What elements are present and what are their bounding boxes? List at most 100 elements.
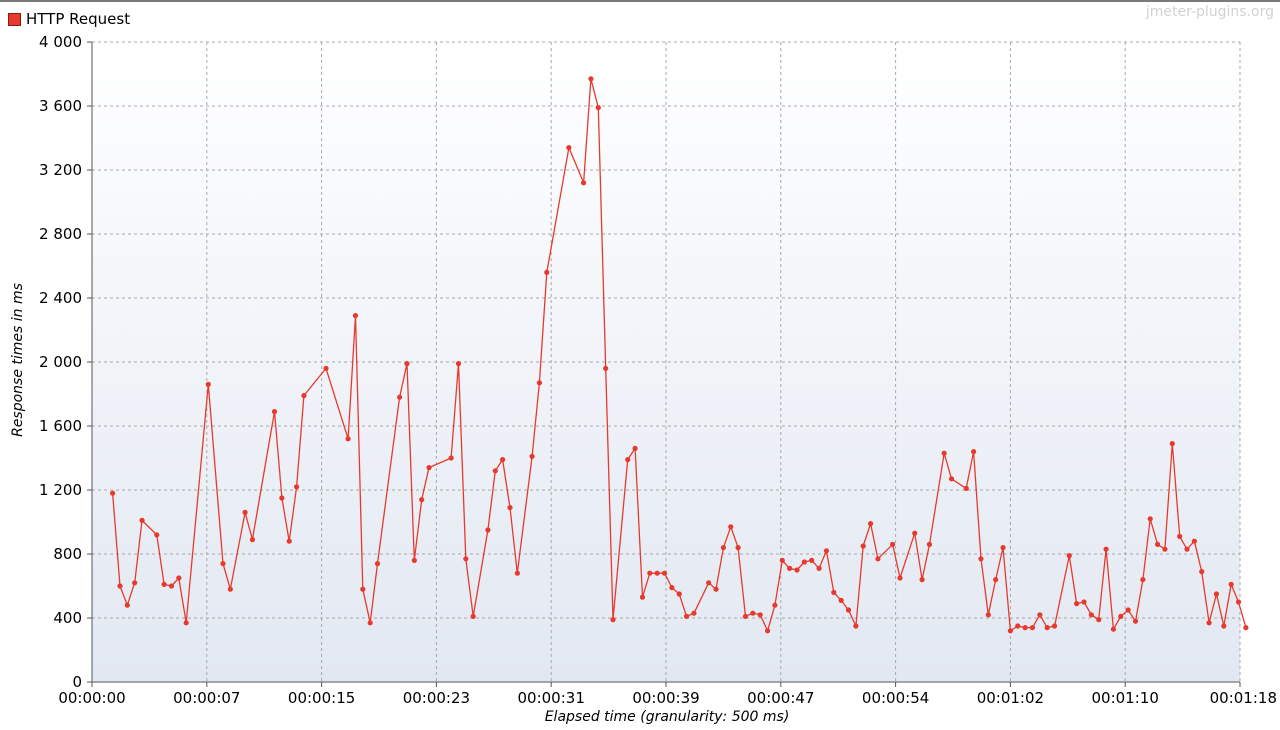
- data-point: [1184, 546, 1190, 552]
- data-point: [860, 543, 866, 549]
- data-point: [154, 532, 160, 538]
- data-point: [1096, 617, 1102, 623]
- y-axis-title: Response times in ms: [10, 283, 26, 437]
- data-point: [654, 570, 660, 576]
- data-point: [890, 541, 896, 548]
- x-tick-label: 00:01:02: [977, 689, 1044, 707]
- data-point: [595, 105, 601, 111]
- data-point: [220, 561, 226, 567]
- data-point: [580, 180, 587, 186]
- data-point: [1162, 546, 1168, 552]
- data-point: [625, 457, 631, 463]
- data-point: [124, 602, 130, 608]
- x-tick-label: 00:00:15: [288, 689, 355, 707]
- data-point: [286, 538, 292, 544]
- x-axis-title: Elapsed time (granularity: 500 ms): [544, 709, 790, 725]
- data-point: [242, 509, 248, 515]
- data-point: [536, 380, 543, 386]
- y-tick-label: 400: [53, 609, 82, 627]
- data-point: [514, 570, 520, 576]
- y-tick-label: 2 800: [39, 225, 82, 243]
- data-point: [1177, 533, 1183, 540]
- data-point: [1037, 612, 1043, 618]
- data-point: [728, 524, 734, 530]
- chart-plot: 04008001 2001 6002 0002 4002 8003 2003 6…: [39, 33, 1277, 707]
- data-point: [772, 602, 778, 608]
- data-point: [1140, 577, 1146, 583]
- data-point: [926, 541, 933, 548]
- data-point: [845, 607, 852, 613]
- data-point: [1007, 628, 1014, 634]
- data-point: [971, 449, 977, 455]
- data-point: [1132, 618, 1139, 624]
- data-point: [831, 589, 837, 596]
- data-point: [279, 495, 285, 501]
- data-point: [963, 485, 969, 491]
- y-tick-label: 4 000: [39, 33, 82, 51]
- data-point: [669, 585, 675, 591]
- data-point: [647, 570, 653, 576]
- data-point: [875, 556, 881, 562]
- data-point: [455, 361, 462, 367]
- data-point: [249, 537, 256, 543]
- data-point: [404, 361, 410, 367]
- data-point: [397, 394, 403, 400]
- data-point: [168, 583, 175, 589]
- data-point: [603, 365, 609, 371]
- y-tick-label: 2 000: [39, 353, 82, 371]
- data-point: [323, 365, 329, 371]
- data-point: [661, 570, 668, 576]
- data-point: [706, 580, 712, 586]
- data-point: [764, 628, 771, 634]
- y-tick-label: 1 600: [39, 417, 82, 435]
- data-point: [1206, 620, 1212, 626]
- data-point: [419, 497, 425, 503]
- data-point: [183, 620, 189, 626]
- data-point: [588, 76, 594, 82]
- data-point: [1125, 607, 1131, 613]
- data-point: [360, 586, 366, 592]
- data-point: [345, 436, 351, 442]
- data-point: [301, 393, 307, 399]
- data-point: [794, 567, 800, 573]
- data-point: [816, 565, 822, 572]
- data-point: [912, 530, 918, 536]
- data-point: [919, 577, 925, 583]
- x-tick-label: 00:00:39: [632, 689, 699, 707]
- x-tick-label: 00:00:23: [403, 689, 470, 707]
- data-point: [948, 476, 955, 482]
- data-point: [691, 610, 697, 616]
- data-point: [838, 597, 844, 604]
- data-point: [632, 445, 638, 451]
- data-point: [271, 409, 278, 415]
- data-point: [117, 583, 123, 589]
- x-tick-label: 00:00:07: [173, 689, 240, 707]
- data-point: [485, 527, 491, 533]
- data-point: [139, 517, 145, 524]
- data-point: [720, 545, 727, 551]
- data-point: [1051, 623, 1058, 629]
- data-point: [374, 561, 381, 567]
- data-point: [1118, 613, 1124, 620]
- data-point: [1074, 601, 1080, 607]
- data-point: [411, 557, 417, 564]
- data-point: [1199, 569, 1205, 575]
- data-point: [463, 556, 469, 562]
- data-point: [993, 577, 999, 583]
- data-point: [507, 505, 513, 511]
- data-point: [110, 490, 116, 496]
- data-point: [1088, 612, 1094, 618]
- x-tick-label: 00:00:54: [862, 689, 929, 707]
- data-point: [713, 586, 719, 592]
- data-point: [853, 623, 859, 629]
- y-tick-label: 3 200: [39, 161, 82, 179]
- data-point: [1243, 625, 1249, 631]
- data-point: [809, 557, 815, 564]
- data-point: [639, 594, 646, 600]
- x-tick-label: 00:00:47: [747, 689, 814, 707]
- data-point: [750, 610, 756, 616]
- data-point: [867, 521, 874, 527]
- y-tick-label: 2 400: [39, 289, 82, 307]
- data-point: [610, 617, 616, 623]
- x-tick-label: 00:01:18: [1210, 689, 1277, 707]
